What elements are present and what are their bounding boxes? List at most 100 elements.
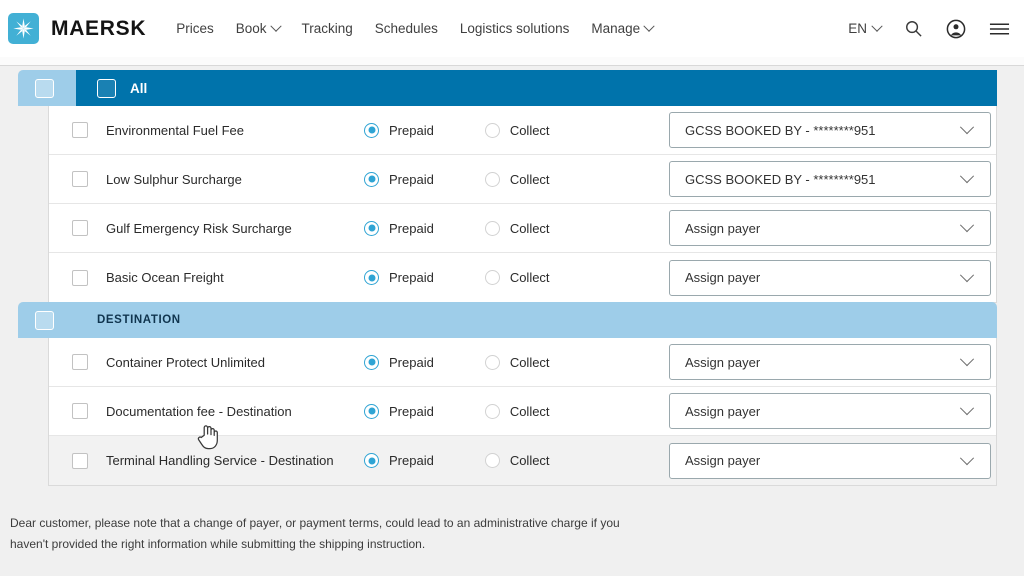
radio-prepaid[interactable]: Prepaid bbox=[364, 221, 434, 236]
payment-terms-group: Prepaid Collect bbox=[364, 270, 550, 285]
search-icon[interactable] bbox=[904, 19, 923, 38]
radio-indicator bbox=[485, 221, 500, 236]
payer-dropdown[interactable]: Assign payer bbox=[669, 260, 991, 296]
group-title-bar-all: All bbox=[76, 70, 997, 106]
radio-indicator bbox=[364, 123, 379, 138]
radio-label: Prepaid bbox=[389, 453, 434, 468]
hamburger-menu-icon[interactable] bbox=[989, 21, 1010, 37]
table-row[interactable]: Low Sulphur Surcharge Prepaid Collect GC… bbox=[49, 155, 996, 204]
payer-value: GCSS BOOKED BY - ********951 bbox=[685, 123, 876, 138]
payer-value: Assign payer bbox=[685, 355, 760, 370]
payment-terms-group: Prepaid Collect bbox=[364, 123, 550, 138]
payer-dropdown[interactable]: Assign payer bbox=[669, 344, 991, 380]
disclaimer-note: Dear customer, please note that a change… bbox=[10, 513, 630, 555]
radio-prepaid[interactable]: Prepaid bbox=[364, 453, 434, 468]
charge-name: Gulf Emergency Risk Surcharge bbox=[106, 221, 292, 236]
charges-page: All Environmental Fuel Fee Prepaid Colle… bbox=[0, 57, 1024, 576]
radio-collect[interactable]: Collect bbox=[485, 123, 550, 138]
radio-indicator bbox=[485, 123, 500, 138]
payment-terms-group: Prepaid Collect bbox=[364, 221, 550, 236]
radio-prepaid[interactable]: Prepaid bbox=[364, 404, 434, 419]
charge-name: Basic Ocean Freight bbox=[106, 270, 224, 285]
nav-item-manage[interactable]: Manage bbox=[591, 21, 653, 36]
radio-label: Prepaid bbox=[389, 221, 434, 236]
language-selector[interactable]: EN bbox=[848, 21, 881, 36]
nav-item-schedules[interactable]: Schedules bbox=[375, 21, 438, 36]
chevron-down-icon bbox=[960, 268, 974, 282]
radio-collect[interactable]: Collect bbox=[485, 453, 550, 468]
radio-label: Collect bbox=[510, 221, 550, 236]
nav-item-book[interactable]: Book bbox=[236, 21, 280, 36]
nav-label: Tracking bbox=[302, 21, 353, 36]
payment-terms-group: Prepaid Collect bbox=[364, 404, 550, 419]
row-checkbox[interactable] bbox=[72, 220, 88, 236]
chevron-down-icon bbox=[960, 120, 974, 134]
radio-label: Prepaid bbox=[389, 123, 434, 138]
radio-label: Collect bbox=[510, 453, 550, 468]
row-checkbox[interactable] bbox=[72, 270, 88, 286]
nav-item-tracking[interactable]: Tracking bbox=[302, 21, 353, 36]
brand-logo[interactable]: MAERSK bbox=[8, 13, 146, 44]
payer-dropdown[interactable]: GCSS BOOKED BY - ********951 bbox=[669, 161, 991, 197]
charge-name: Documentation fee - Destination bbox=[106, 404, 292, 419]
charge-name: Low Sulphur Surcharge bbox=[106, 172, 242, 187]
radio-indicator bbox=[485, 172, 500, 187]
select-all-checkbox[interactable] bbox=[97, 79, 116, 98]
radio-indicator bbox=[485, 355, 500, 370]
radio-indicator bbox=[485, 404, 500, 419]
row-checkbox[interactable] bbox=[72, 403, 88, 419]
header-actions: EN bbox=[848, 19, 1010, 39]
radio-indicator bbox=[364, 355, 379, 370]
radio-indicator bbox=[364, 270, 379, 285]
radio-collect[interactable]: Collect bbox=[485, 404, 550, 419]
payer-dropdown[interactable]: Assign payer bbox=[669, 210, 991, 246]
radio-collect[interactable]: Collect bbox=[485, 221, 550, 236]
row-checkbox[interactable] bbox=[72, 453, 88, 469]
group-header-all[interactable]: All bbox=[18, 70, 997, 106]
row-checkbox[interactable] bbox=[72, 122, 88, 138]
chevron-down-icon bbox=[960, 169, 974, 183]
radio-indicator bbox=[364, 172, 379, 187]
table-row[interactable]: Gulf Emergency Risk Surcharge Prepaid Co… bbox=[49, 204, 996, 253]
nav-label: Manage bbox=[591, 21, 640, 36]
radio-prepaid[interactable]: Prepaid bbox=[364, 270, 434, 285]
chevron-down-icon bbox=[960, 218, 974, 232]
table-row[interactable]: Terminal Handling Service - Destination … bbox=[49, 436, 996, 485]
table-row[interactable]: Environmental Fuel Fee Prepaid Collect G… bbox=[49, 106, 996, 155]
chevron-down-icon bbox=[270, 20, 281, 31]
table-row[interactable]: Documentation fee - Destination Prepaid … bbox=[49, 387, 996, 436]
payer-dropdown[interactable]: Assign payer bbox=[669, 443, 991, 479]
radio-label: Collect bbox=[510, 172, 550, 187]
account-icon[interactable] bbox=[946, 19, 966, 39]
radio-label: Collect bbox=[510, 355, 550, 370]
group-header-destination[interactable]: DESTINATION bbox=[18, 302, 997, 338]
radio-collect[interactable]: Collect bbox=[485, 355, 550, 370]
radio-label: Collect bbox=[510, 270, 550, 285]
table-row[interactable]: Basic Ocean Freight Prepaid Collect Assi… bbox=[49, 253, 996, 302]
chevron-down-icon bbox=[960, 352, 974, 366]
group-select-checkbox-destination[interactable] bbox=[35, 311, 54, 330]
language-label: EN bbox=[848, 21, 867, 36]
payment-terms-group: Prepaid Collect bbox=[364, 453, 550, 468]
chevron-down-icon bbox=[644, 20, 655, 31]
radio-label: Prepaid bbox=[389, 172, 434, 187]
charge-name: Container Protect Unlimited bbox=[106, 355, 265, 370]
table-row[interactable]: Container Protect Unlimited Prepaid Coll… bbox=[49, 338, 996, 387]
radio-collect[interactable]: Collect bbox=[485, 270, 550, 285]
radio-prepaid[interactable]: Prepaid bbox=[364, 355, 434, 370]
payer-value: Assign payer bbox=[685, 453, 760, 468]
nav-item-prices[interactable]: Prices bbox=[176, 21, 214, 36]
group-select-checkbox-all[interactable] bbox=[35, 79, 54, 98]
payer-dropdown[interactable]: GCSS BOOKED BY - ********951 bbox=[669, 112, 991, 148]
brand-name: MAERSK bbox=[51, 17, 146, 41]
payer-dropdown[interactable]: Assign payer bbox=[669, 393, 991, 429]
radio-prepaid[interactable]: Prepaid bbox=[364, 123, 434, 138]
row-checkbox[interactable] bbox=[72, 354, 88, 370]
row-checkbox[interactable] bbox=[72, 171, 88, 187]
chevron-down-icon bbox=[960, 451, 974, 465]
nav-item-logistics-solutions[interactable]: Logistics solutions bbox=[460, 21, 570, 36]
radio-label: Collect bbox=[510, 404, 550, 419]
radio-collect[interactable]: Collect bbox=[485, 172, 550, 187]
radio-prepaid[interactable]: Prepaid bbox=[364, 172, 434, 187]
chevron-down-icon bbox=[871, 20, 882, 31]
